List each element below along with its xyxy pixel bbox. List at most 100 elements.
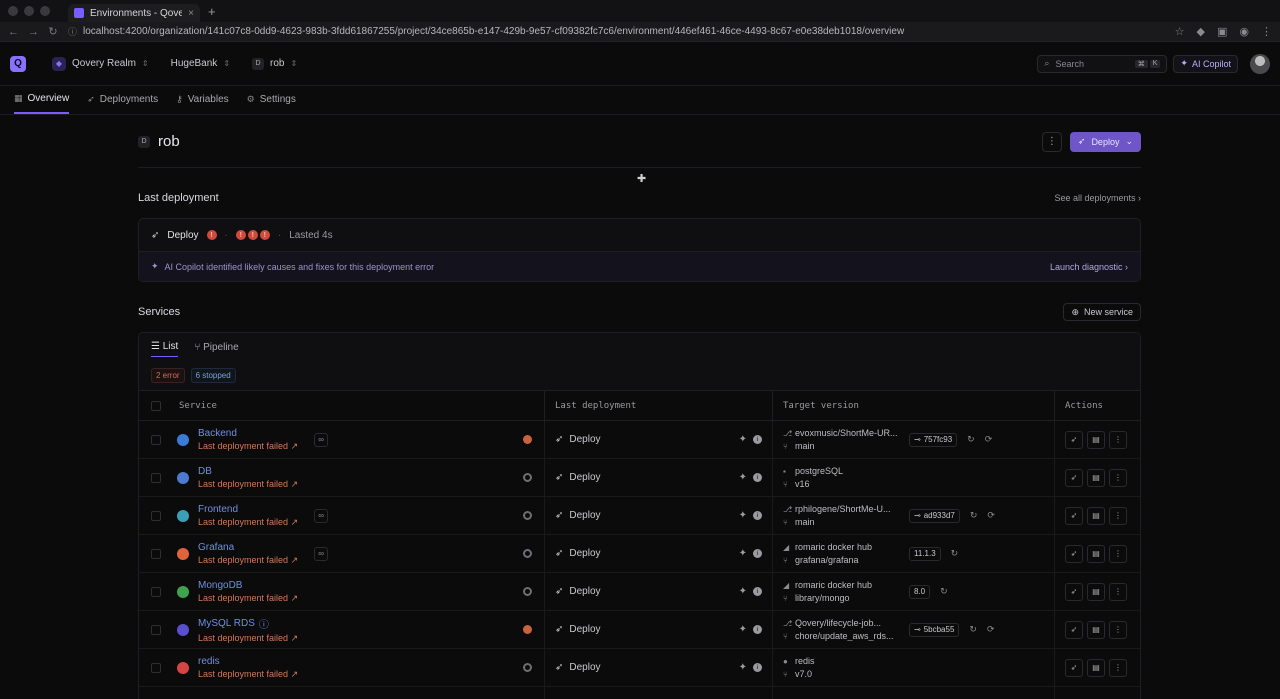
table-row[interactable]: DB Last deployment failed ↗ ➶ Deploy ✦ i ▪…: [139, 459, 1140, 497]
deployment-failed-link[interactable]: Last deployment failed ↗: [198, 593, 298, 604]
new-service-button[interactable]: ⊕ New service: [1063, 303, 1141, 321]
more-actions-button[interactable]: ⋮: [1109, 582, 1127, 601]
version-badge[interactable]: ⊸ ad933d7: [909, 508, 960, 523]
close-tab-icon[interactable]: ×: [188, 8, 194, 19]
browser-menu-icon[interactable]: ⋮: [1261, 25, 1272, 38]
sparkle-icon[interactable]: ✦: [739, 510, 747, 521]
sparkle-icon[interactable]: ✦: [739, 624, 747, 635]
history-icon[interactable]: ↻: [969, 624, 977, 635]
forward-icon[interactable]: →: [28, 26, 39, 38]
deploy-action-button[interactable]: ➶: [1065, 544, 1083, 563]
info-icon[interactable]: i: [753, 511, 762, 520]
deployment-failed-link[interactable]: Last deployment failed ↗: [198, 669, 298, 680]
deploy-action-button[interactable]: ➶: [1065, 506, 1083, 525]
extension-icon[interactable]: ◆: [1197, 25, 1205, 38]
version-badge[interactable]: 8.0: [909, 584, 931, 599]
new-tab-icon[interactable]: +: [208, 4, 216, 19]
info-icon[interactable]: i: [753, 435, 762, 444]
browser-tab[interactable]: Environments - Qovery ×: [68, 4, 200, 22]
deployment-failed-link[interactable]: Last deployment failed ↗: [198, 633, 298, 644]
link-icon[interactable]: ∞: [314, 432, 329, 447]
row-checkbox[interactable]: [151, 472, 161, 483]
version-badge[interactable]: 11.1.3: [909, 546, 941, 561]
row-checkbox[interactable]: [151, 662, 161, 673]
breadcrumb-org[interactable]: Qovery Realm: [72, 58, 136, 69]
more-actions-button[interactable]: ⋮: [1109, 620, 1127, 639]
see-all-deployments-link[interactable]: See all deployments ›: [1054, 193, 1141, 203]
more-actions-button[interactable]: ⋮: [1109, 506, 1127, 525]
more-actions-button[interactable]: ⋮: [1109, 658, 1127, 677]
info-icon[interactable]: i: [753, 663, 762, 672]
refresh-icon[interactable]: ⟳: [985, 434, 993, 445]
history-icon[interactable]: ↻: [951, 548, 959, 559]
reload-icon[interactable]: ↻: [48, 25, 58, 38]
service-name-link[interactable]: MySQL RDS ⓘ: [198, 616, 298, 631]
search-input[interactable]: ⌕ Search ⌘ K: [1037, 54, 1168, 73]
info-icon[interactable]: i: [753, 549, 762, 558]
error-badges[interactable]: ! ! !: [235, 230, 270, 240]
deploy-action-button[interactable]: ➶: [1065, 620, 1083, 639]
more-actions-button[interactable]: ⋮: [1109, 544, 1127, 563]
service-name-link[interactable]: Frontend: [198, 504, 298, 515]
bookmark-star-icon[interactable]: ☆: [1175, 25, 1185, 38]
table-row[interactable]: MySQL RDS ⓘ Last deployment failed ↗ ➶ Dep…: [139, 611, 1140, 649]
deployment-failed-link[interactable]: Last deployment failed ↗: [198, 479, 298, 490]
row-checkbox[interactable]: [151, 624, 161, 635]
deploy-action-button[interactable]: ➶: [1065, 468, 1083, 487]
deploy-action-button[interactable]: ➶: [1065, 430, 1083, 449]
tab-overview[interactable]: ▦ Overview: [14, 86, 70, 114]
tab-pipeline[interactable]: ⑂ Pipeline: [194, 342, 238, 353]
info-icon[interactable]: i: [753, 625, 762, 634]
service-name-link[interactable]: MongoDB: [198, 580, 298, 591]
more-actions-button[interactable]: ⋮: [1109, 430, 1127, 449]
tab-variables[interactable]: ⚷ Variables: [176, 86, 229, 114]
refresh-icon[interactable]: ⟳: [987, 510, 995, 521]
service-name-link[interactable]: Backend: [198, 428, 298, 439]
table-row[interactable]: MongoDB Last deployment failed ↗ ➶ Deploy…: [139, 573, 1140, 611]
filter-error[interactable]: 2 error: [151, 368, 185, 383]
logs-action-button[interactable]: ▤: [1087, 658, 1105, 677]
table-row[interactable]: Grafana Last deployment failed ↗ ∞ ➶ Depl…: [139, 535, 1140, 573]
chevron-updown-icon[interactable]: ⇕: [290, 59, 297, 68]
sparkle-icon[interactable]: ✦: [739, 586, 747, 597]
link-icon[interactable]: ∞: [314, 508, 329, 523]
breadcrumb-env[interactable]: rob: [270, 58, 284, 69]
more-options-button[interactable]: ⋮: [1041, 131, 1062, 152]
logs-action-button[interactable]: ▤: [1087, 544, 1105, 563]
logs-action-button[interactable]: ▤: [1087, 430, 1105, 449]
sparkle-icon[interactable]: ✦: [739, 434, 747, 445]
url-field[interactable]: ⓘ localhost:4200/organization/141c07c8-0…: [68, 25, 1165, 38]
service-name-link[interactable]: DB: [198, 466, 298, 477]
chevron-updown-icon[interactable]: ⇕: [142, 59, 149, 68]
sparkle-icon[interactable]: ✦: [739, 662, 747, 673]
history-icon[interactable]: ↻: [940, 586, 948, 597]
row-checkbox[interactable]: [151, 510, 161, 521]
refresh-icon[interactable]: ⟳: [987, 624, 995, 635]
info-icon[interactable]: i: [753, 587, 762, 596]
deploy-action-button[interactable]: ➶: [1065, 582, 1083, 601]
launch-diagnostic-link[interactable]: Launch diagnostic ›: [1050, 262, 1128, 272]
window-controls[interactable]: [8, 6, 50, 16]
row-checkbox[interactable]: [151, 434, 161, 445]
version-badge[interactable]: ⊸ 5bcba55: [909, 622, 960, 637]
deploy-action-button[interactable]: ➶: [1065, 658, 1083, 677]
service-name-link[interactable]: redis: [198, 656, 298, 667]
logs-action-button[interactable]: ▤: [1087, 620, 1105, 639]
table-row[interactable]: redis Last deployment failed ↗ ➶ Deploy ✦…: [139, 649, 1140, 687]
logs-action-button[interactable]: ▤: [1087, 468, 1105, 487]
more-actions-button[interactable]: ⋮: [1109, 468, 1127, 487]
logs-action-button[interactable]: ▤: [1087, 506, 1105, 525]
deployment-failed-link[interactable]: Last deployment failed ↗: [198, 441, 298, 452]
sparkle-icon[interactable]: ✦: [739, 472, 747, 483]
service-name-link[interactable]: Grafana: [198, 542, 298, 553]
deployment-failed-link[interactable]: Last deployment failed ↗: [198, 555, 298, 566]
site-info-icon[interactable]: ⓘ: [68, 25, 77, 38]
breadcrumb-project[interactable]: HugeBank: [171, 58, 218, 69]
link-icon[interactable]: ∞: [314, 546, 329, 561]
row-checkbox[interactable]: [151, 548, 161, 559]
table-row[interactable]: Frontend Last deployment failed ↗ ∞ ➶ Dep…: [139, 497, 1140, 535]
version-badge[interactable]: ⊸ 757fc93: [909, 432, 958, 447]
qovery-logo-icon[interactable]: Q: [10, 55, 26, 72]
table-row[interactable]: Worker Cronⓘ ⎇rphilogene/ShortMe-U...: [139, 687, 1140, 699]
filter-stopped[interactable]: 6 stopped: [190, 368, 236, 383]
